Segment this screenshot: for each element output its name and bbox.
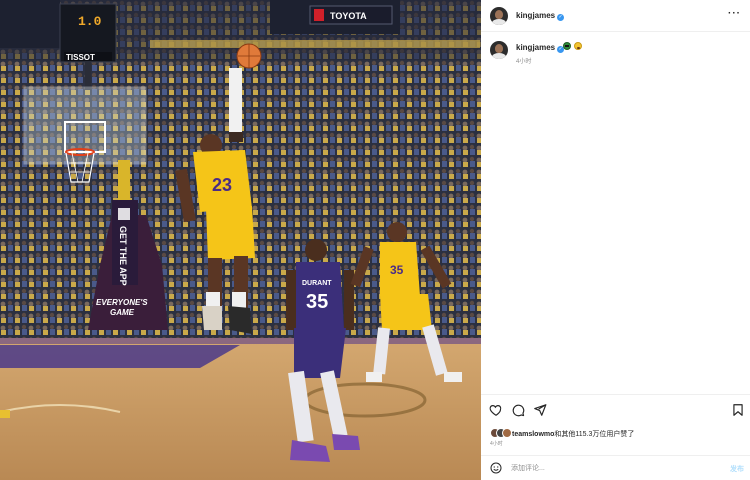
comment-composer: 发布: [481, 455, 750, 480]
save-bookmark-icon[interactable]: [731, 403, 745, 417]
more-options-icon[interactable]: ···: [728, 8, 741, 19]
likes-first-user[interactable]: teamslowmo: [512, 431, 554, 438]
likes-count-text[interactable]: 和其他115.3万位用户赞了: [554, 431, 634, 438]
shooter-jersey-number: 23: [212, 175, 232, 195]
sunglasses-emoji-icon: [563, 42, 571, 50]
caption-timestamp: 4小时: [516, 59, 532, 65]
post-side-panel: kingjames ✓ ··· kingjames ✓ 4小时 teamslowmo…: [481, 0, 750, 480]
likes-summary[interactable]: teamslowmo和其他115.3万位用户赞了: [512, 429, 634, 439]
defender-jersey-number: 35: [306, 291, 328, 313]
toyota-sign-text: TOYOTA: [330, 11, 367, 21]
verified-badge-icon: ✓: [557, 14, 565, 21]
liker-avatar: [502, 428, 512, 438]
caption-username-text[interactable]: kingjames: [516, 43, 555, 52]
qr-icon: [118, 208, 130, 220]
banner-text-2: GAME: [110, 308, 135, 317]
surprised-face-emoji-icon: [574, 42, 582, 50]
comment-bubble-icon[interactable]: [511, 403, 525, 417]
caption-avatar[interactable]: [490, 41, 508, 59]
emoji-picker-icon[interactable]: [490, 462, 502, 474]
shot-clock-value: 1.0: [78, 14, 102, 29]
share-paper-plane-icon[interactable]: [533, 403, 547, 417]
banner-text-1: EVERYONE'S: [96, 298, 148, 307]
defender-name: DURANT: [302, 280, 332, 287]
basketball-scene: TOYOTA 1.0 TISSOT GET THE APP EVERYONE'S…: [0, 0, 481, 480]
author-username-text[interactable]: kingjames: [516, 11, 555, 20]
post-timestamp: 4小时: [490, 441, 503, 447]
comment-input[interactable]: [511, 462, 711, 474]
post-actions: teamslowmo和其他115.3万位用户赞了 4小时: [481, 394, 750, 449]
caption-username-link[interactable]: kingjames ✓: [516, 43, 565, 53]
author-username-link[interactable]: kingjames ✓: [516, 11, 565, 21]
post-comment-button[interactable]: 发布: [730, 464, 744, 474]
tissot-label: TISSOT: [66, 53, 95, 62]
author-avatar[interactable]: [490, 7, 508, 25]
post-caption: kingjames ✓ 4小时: [481, 37, 750, 71]
like-heart-icon[interactable]: [489, 403, 503, 417]
post-header: kingjames ✓ ···: [481, 0, 750, 32]
right-jersey-number: 35: [390, 263, 404, 277]
post-photo[interactable]: TOYOTA 1.0 TISSOT GET THE APP EVERYONE'S…: [0, 0, 481, 480]
get-the-app-text: GET THE APP: [118, 226, 128, 286]
